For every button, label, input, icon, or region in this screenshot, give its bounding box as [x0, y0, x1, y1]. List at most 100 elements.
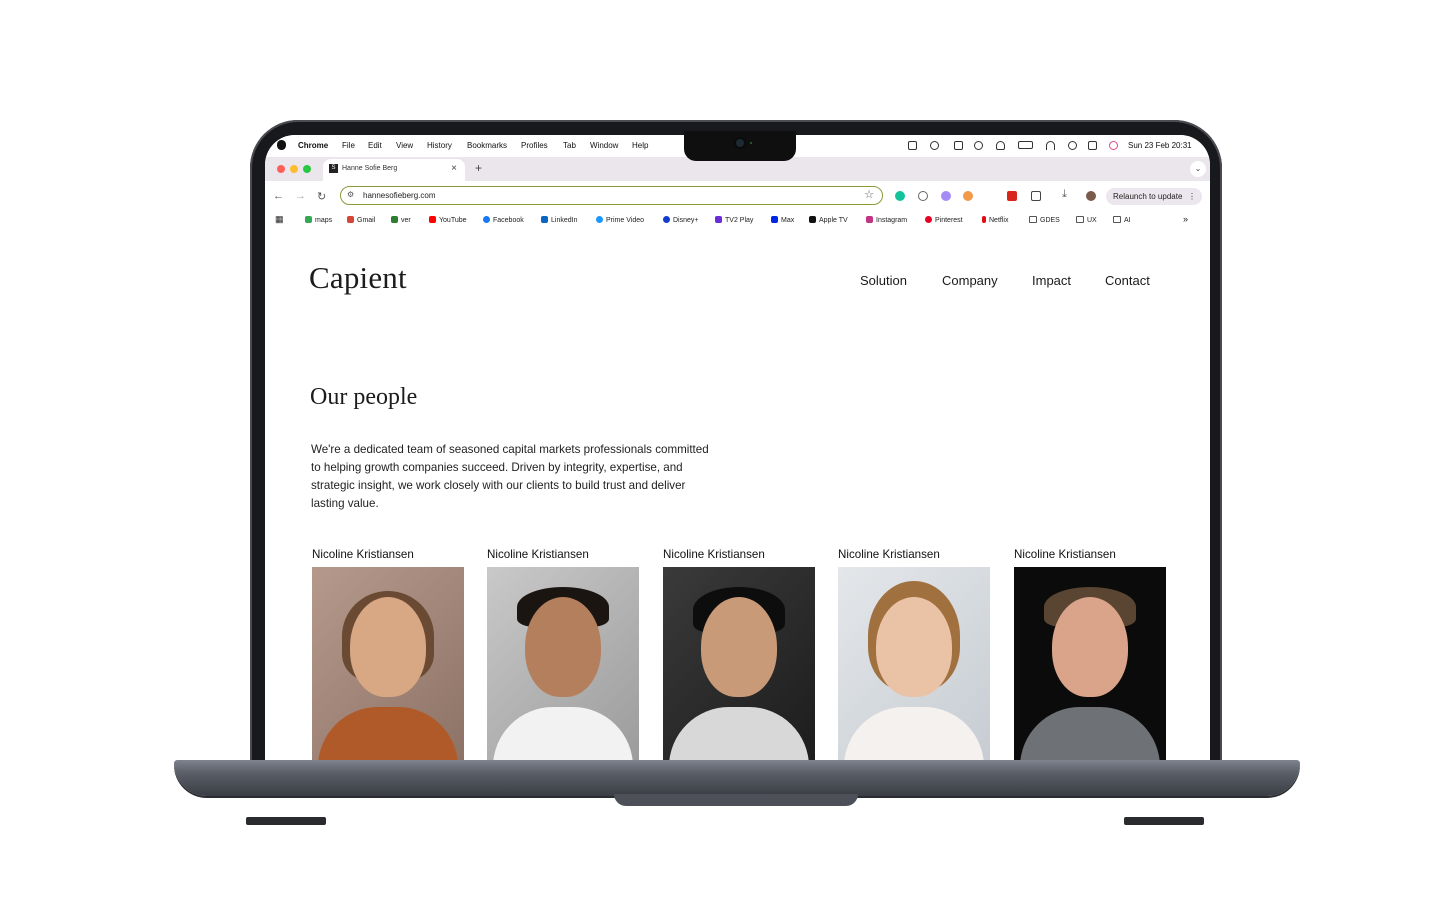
facebook-icon	[483, 216, 490, 223]
nav-company[interactable]: Company	[942, 273, 998, 288]
body-shape	[844, 707, 984, 760]
color-picker-extension-icon[interactable]	[963, 191, 973, 201]
back-arrow-icon[interactable]: ←	[273, 190, 284, 202]
bookmarks-overflow-icon[interactable]: »	[1183, 214, 1188, 224]
bookmark-gmail[interactable]: Gmail	[347, 216, 375, 224]
person-card[interactable]: Nicoline Kristiansen	[1014, 548, 1166, 760]
grammarly-extension-icon[interactable]	[895, 191, 905, 201]
menu-tab[interactable]: Tab	[563, 141, 576, 150]
body-shape	[318, 707, 458, 760]
tab-close-icon[interactable]: ×	[451, 163, 457, 174]
person-name: Nicoline Kristiansen	[312, 548, 414, 561]
menu-app-name[interactable]: Chrome	[298, 141, 328, 150]
forward-arrow-icon[interactable]: →	[295, 190, 306, 202]
bookmark-folder-ai[interactable]: AI	[1113, 216, 1131, 224]
menu-clock[interactable]: Sun 23 Feb 20:31	[1128, 141, 1192, 150]
tab-title: Hanne Sofie Berg	[342, 165, 398, 172]
apps-grid-icon[interactable]: ▦	[275, 214, 284, 225]
tab-search-chevron-icon[interactable]: ⌄	[1190, 161, 1206, 177]
menu-help[interactable]: Help	[632, 141, 648, 150]
search-status-icon[interactable]	[1068, 141, 1077, 150]
laptop-screen: Chrome File Edit View History Bookmarks …	[265, 135, 1210, 760]
bookmark-tv2-play[interactable]: TV2 Play	[715, 216, 753, 224]
netflix-icon	[982, 216, 986, 223]
person-card[interactable]: Nicoline Kristiansen	[312, 548, 464, 760]
weather-icon	[391, 216, 398, 223]
close-window-button[interactable]	[277, 165, 285, 173]
bookmark-ver[interactable]: ver	[391, 216, 411, 224]
extension-purple-icon[interactable]	[941, 191, 951, 201]
menu-edit[interactable]: Edit	[368, 141, 382, 150]
extensions-puzzle-icon[interactable]	[1031, 191, 1041, 201]
creative-cloud-status-icon[interactable]	[930, 141, 939, 150]
face-shape	[876, 597, 952, 697]
bookmark-pinterest[interactable]: Pinterest	[925, 216, 963, 224]
profile-avatar[interactable]	[1086, 191, 1096, 201]
person-photo	[312, 567, 464, 760]
site-logo[interactable]: Capient	[309, 260, 407, 296]
prime-video-icon	[596, 216, 603, 223]
apple-tv-icon	[809, 216, 816, 223]
laptop-trackpad-notch	[614, 794, 858, 806]
relaunch-to-update-button[interactable]: Relaunch to update ⋮	[1106, 188, 1202, 205]
bookmark-maps[interactable]: maps	[305, 216, 332, 224]
person-name: Nicoline Kristiansen	[663, 548, 765, 561]
bookmark-prime-video[interactable]: Prime Video	[596, 216, 644, 224]
bookmark-folder-ux[interactable]: UX	[1076, 216, 1097, 224]
play-status-icon[interactable]	[974, 141, 983, 150]
bookmark-netflix[interactable]: Netflix	[982, 216, 1008, 224]
extension-icon[interactable]	[918, 191, 928, 201]
laptop-foot-left	[246, 817, 326, 825]
bookmark-apple-tv[interactable]: Apple TV	[809, 216, 848, 224]
face-shape	[1052, 597, 1128, 697]
minimize-window-button[interactable]	[290, 165, 298, 173]
site-settings-icon[interactable]: ⚙	[347, 190, 354, 199]
more-menu-icon[interactable]: ⋮	[1188, 188, 1196, 205]
person-card[interactable]: Nicoline Kristiansen	[838, 548, 990, 760]
nav-contact[interactable]: Contact	[1105, 273, 1150, 288]
clipboard-status-icon[interactable]	[908, 141, 917, 150]
bookmark-youtube[interactable]: YouTube	[429, 216, 467, 224]
menu-view[interactable]: View	[396, 141, 413, 150]
laptop-foot-right	[1124, 817, 1204, 825]
bookmark-linkedin[interactable]: LinkedIn	[541, 216, 577, 224]
address-url[interactable]: hannesofieberg.com	[363, 191, 436, 200]
battery-status-icon[interactable]	[1018, 141, 1033, 149]
reload-icon[interactable]: ↻	[317, 190, 326, 203]
new-tab-button[interactable]: +	[475, 161, 482, 175]
linkedin-icon	[541, 216, 548, 223]
nav-impact[interactable]: Impact	[1032, 273, 1071, 288]
menu-profiles[interactable]: Profiles	[521, 141, 548, 150]
bookmark-instagram[interactable]: Instagram	[866, 216, 907, 224]
intro-paragraph: We're a dedicated team of seasoned capit…	[311, 443, 709, 510]
nav-solution[interactable]: Solution	[860, 273, 907, 288]
download-icon[interactable]: ⤓	[1062, 188, 1067, 201]
bookmark-folder-gdes[interactable]: GDES	[1029, 216, 1060, 224]
person-name: Nicoline Kristiansen	[487, 548, 589, 561]
pinterest-icon	[925, 216, 932, 223]
menu-history[interactable]: History	[427, 141, 452, 150]
menu-window[interactable]: Window	[590, 141, 618, 150]
bookmark-facebook[interactable]: Facebook	[483, 216, 524, 224]
zoom-window-button[interactable]	[303, 165, 311, 173]
control-center-icon[interactable]	[1088, 141, 1097, 150]
browser-tab-active[interactable]: S Hanne Sofie Berg ×	[323, 159, 465, 181]
bookmark-disney-plus[interactable]: Disney+	[663, 216, 698, 224]
apple-logo-icon[interactable]	[277, 140, 286, 150]
headphones-status-icon[interactable]	[996, 141, 1005, 150]
bookmark-max[interactable]: Max	[771, 216, 794, 224]
notion-status-icon[interactable]	[954, 141, 963, 150]
body-shape	[1020, 707, 1160, 760]
menu-file[interactable]: File	[342, 141, 355, 150]
siri-icon[interactable]	[1109, 141, 1118, 150]
address-bar[interactable]: ⚙ hannesofieberg.com ☆	[340, 186, 883, 205]
bookmark-star-icon[interactable]: ☆	[864, 188, 874, 201]
person-card[interactable]: Nicoline Kristiansen	[487, 548, 639, 760]
acrobat-extension-icon[interactable]	[1007, 191, 1017, 201]
person-card[interactable]: Nicoline Kristiansen	[663, 548, 815, 760]
person-photo	[838, 567, 990, 760]
body-shape	[493, 707, 633, 760]
camera-notch	[684, 131, 796, 161]
menu-bookmarks[interactable]: Bookmarks	[467, 141, 507, 150]
wifi-status-icon[interactable]	[1046, 141, 1055, 150]
